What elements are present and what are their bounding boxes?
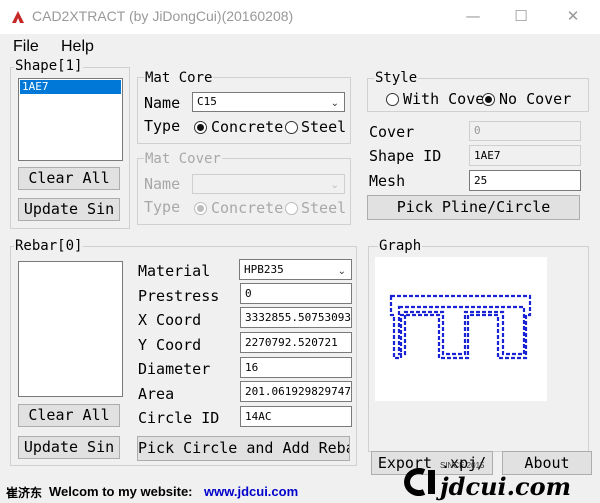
mat-core-name-select[interactable]: C15 ⌄ xyxy=(192,92,345,112)
diameter-field[interactable]: 16 xyxy=(240,357,352,378)
mat-cover-steel-radio[interactable] xyxy=(285,202,298,215)
shape-id-label: Shape ID xyxy=(369,147,442,165)
shape-list[interactable]: 1AE7 xyxy=(18,78,123,161)
status-welcome: Welcom to my website: xyxy=(49,484,193,499)
mat-core-name-label: Name xyxy=(144,94,181,112)
shape-clear-all-button[interactable]: Clear All xyxy=(18,167,120,190)
mat-cover-steel-label[interactable]: Steel xyxy=(301,199,346,217)
pick-pline-circle-button[interactable]: Pick Pline/Circle xyxy=(367,195,580,220)
rebar-clear-all-button[interactable]: Clear All xyxy=(18,404,120,427)
mesh-field[interactable]: 25 xyxy=(469,170,581,191)
no-cover-label[interactable]: No Cover xyxy=(499,90,571,108)
window-title: CAD2XTRACT (by JiDongCui)(20160208) xyxy=(32,8,294,24)
maximize-button[interactable]: ☐ xyxy=(498,0,544,34)
circle-id-label: Circle ID xyxy=(138,409,220,427)
chevron-down-icon: ⌄ xyxy=(330,98,339,109)
no-cover-radio[interactable] xyxy=(482,93,495,106)
material-label: Material xyxy=(138,262,211,280)
with-cover-label[interactable]: With Cove xyxy=(403,90,484,108)
mat-core-type-label: Type xyxy=(144,117,181,135)
chevron-down-icon: ⌄ xyxy=(337,266,346,277)
cover-label: Cover xyxy=(369,123,415,141)
status-author: 崔济东 xyxy=(6,486,43,500)
x-coord-label: X Coord xyxy=(138,311,202,329)
menu-help[interactable]: Help xyxy=(61,38,94,56)
pick-circle-add-rebar-button[interactable]: Pick Circle and Add Reba xyxy=(137,436,350,461)
style-legend: Style xyxy=(374,70,419,86)
rebar-update-sin-button[interactable]: Update Sin xyxy=(18,436,120,459)
mat-cover-concrete-radio[interactable] xyxy=(194,202,207,215)
x-coord-field[interactable]: 3332855.50753093 xyxy=(240,307,352,328)
mat-cover-name-select[interactable]: ⌄ xyxy=(192,174,345,194)
shape-legend: Shape[1] xyxy=(14,58,84,74)
mat-core-steel-radio[interactable] xyxy=(285,121,298,134)
app-icon xyxy=(12,11,24,23)
circle-id-field[interactable]: 14AC xyxy=(240,406,352,427)
jdcui-logo-icon xyxy=(404,468,435,496)
diameter-label: Diameter xyxy=(138,360,211,378)
cover-field[interactable]: 0 xyxy=(469,121,581,141)
mat-cover-name-label: Name xyxy=(144,175,181,193)
shape-list-item[interactable]: 1AE7 xyxy=(20,80,121,94)
mat-core-name-value: C15 xyxy=(197,95,217,108)
chevron-down-icon: ⌄ xyxy=(330,180,339,191)
shape-id-field[interactable]: 1AE7 xyxy=(469,145,581,166)
shape-update-sin-button[interactable]: Update Sin xyxy=(18,198,120,221)
rebar-legend: Rebar[0] xyxy=(14,238,84,254)
mat-cover-type-label: Type xyxy=(144,198,181,216)
mat-cover-concrete-label[interactable]: Concrete xyxy=(211,199,283,217)
mat-core-concrete-radio[interactable] xyxy=(194,121,207,134)
mat-core-steel-label[interactable]: Steel xyxy=(301,118,346,136)
rebar-list[interactable] xyxy=(18,261,123,397)
mat-cover-legend: Mat Cover xyxy=(144,151,222,167)
prestress-label: Prestress xyxy=(138,287,220,305)
mesh-label: Mesh xyxy=(369,172,406,190)
section-inner-outline xyxy=(397,305,526,356)
website-link[interactable]: www.jdcui.com xyxy=(204,484,298,499)
y-coord-field[interactable]: 2270792.520721 xyxy=(240,332,352,353)
logo-since: SINCE 2015 xyxy=(440,461,485,470)
with-cover-radio[interactable] xyxy=(386,93,399,106)
graph-canvas[interactable] xyxy=(375,257,547,401)
minimize-button[interactable]: — xyxy=(450,0,496,34)
graph-legend: Graph xyxy=(378,238,423,254)
logo-text: jdcui.com xyxy=(440,472,572,501)
menu-file[interactable]: File xyxy=(13,38,39,56)
close-button[interactable]: ✕ xyxy=(550,0,596,34)
mat-core-legend: Mat Core xyxy=(144,70,214,86)
area-label: Area xyxy=(138,385,175,403)
section-drawing xyxy=(389,294,532,360)
area-field[interactable]: 201.061929829747 xyxy=(240,381,352,402)
mat-core-concrete-label[interactable]: Concrete xyxy=(211,118,283,136)
material-value: HPB235 xyxy=(244,263,284,276)
prestress-field[interactable]: 0 xyxy=(240,283,352,304)
material-select[interactable]: HPB235 ⌄ xyxy=(239,259,352,280)
y-coord-label: Y Coord xyxy=(138,336,202,354)
section-outline xyxy=(389,294,532,360)
